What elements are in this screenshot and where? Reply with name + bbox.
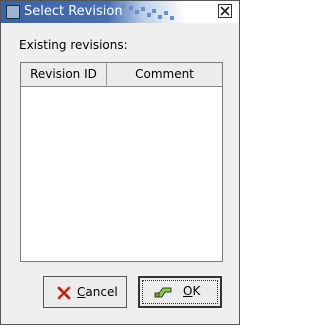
cancel-button-label: Cancel [77,285,118,299]
column-header-comment[interactable]: Comment [107,63,222,86]
cancel-button[interactable]: Cancel [43,276,127,308]
close-icon [220,6,230,16]
column-header-revision-id[interactable]: Revision ID [21,63,107,86]
list-header: Revision ID Comment [21,63,222,87]
window-icon[interactable] [6,5,20,19]
title-bar[interactable]: Select Revision [1,1,239,23]
close-button[interactable] [218,4,232,18]
select-revision-dialog: Select Revision Existing revisions: Revi… [0,0,240,325]
cancel-x-icon [57,286,71,300]
revisions-list[interactable]: Revision ID Comment [20,62,223,262]
titlebar-decoration [121,4,181,20]
window-title: Select Revision [24,4,123,19]
ok-check-icon [154,287,172,298]
ok-button-label: OK [183,284,201,298]
ok-button[interactable]: OK [138,276,222,308]
existing-revisions-label: Existing revisions: [19,38,128,52]
